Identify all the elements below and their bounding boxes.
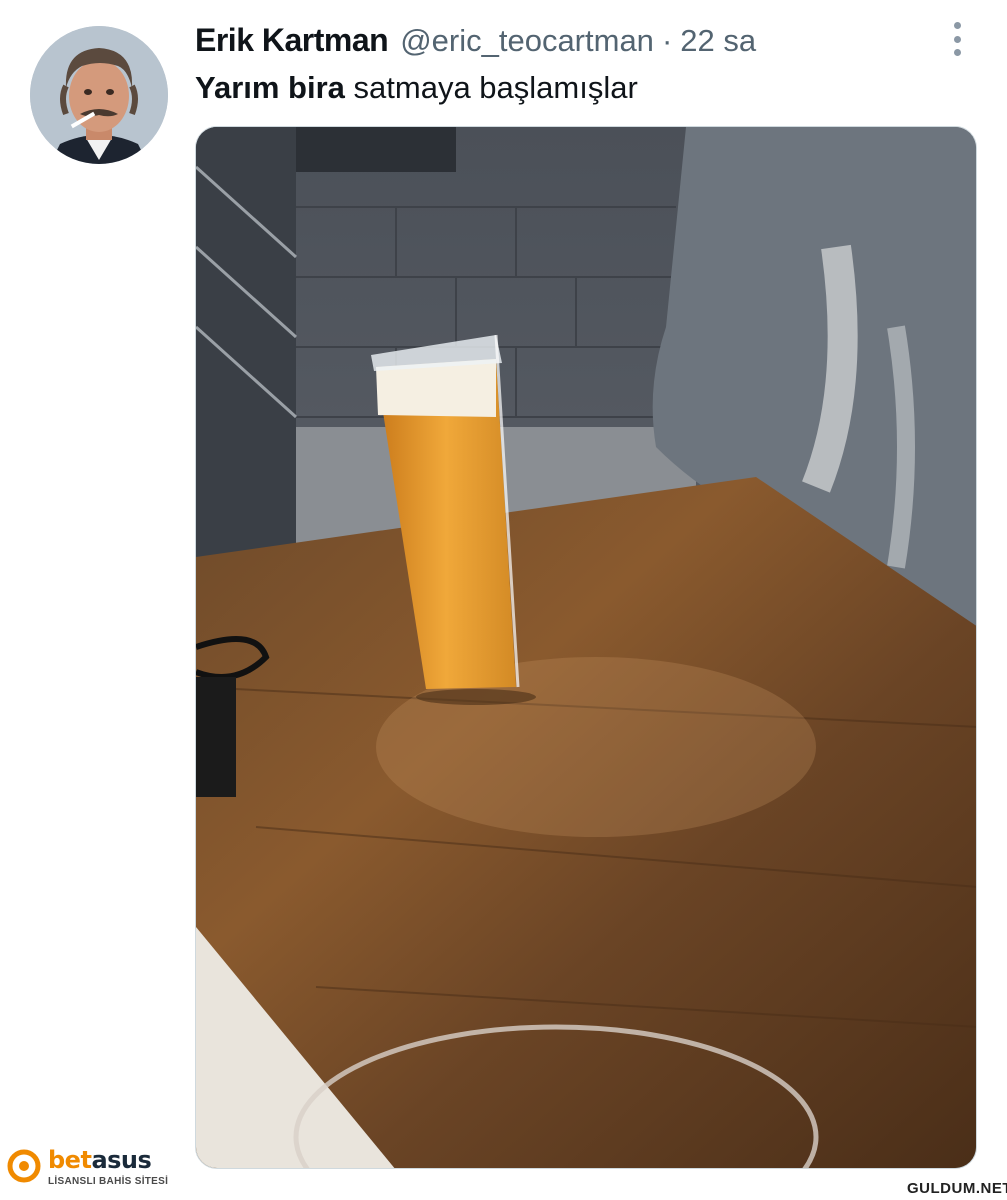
tweet-photo[interactable] [195,126,977,1169]
more-vertical-icon[interactable] [950,22,964,56]
watermark-tagline: LİSANSLI BAHİS SİTESİ [48,1176,169,1187]
more-dot [953,35,961,43]
tweet-text-rest: satmaya başlamışlar [344,70,638,105]
separator: · [661,23,673,58]
avatar[interactable] [30,26,168,164]
brand-accent: asus [91,1146,152,1174]
display-name[interactable]: Erik Kartman [195,22,389,59]
tweet-header: Erik Kartman @eric_teocartman · 22 sa [195,22,756,62]
watermark-guldum: GULDUM.NET [905,1180,1007,1197]
timestamp[interactable]: 22 sa [680,23,756,59]
tweet-text-bold: Yarım bira [195,70,345,105]
watermark-brand: betasus [48,1146,152,1174]
betasus-logo-icon [7,1149,41,1183]
user-handle[interactable]: @eric_teocartman [400,23,654,59]
more-dot [953,22,961,29]
tweet-text: Yarım bira satmaya başlamışlar [195,70,638,106]
watermark-betasus: betasus LİSANSLI BAHİS SİTESİ [6,1142,176,1194]
brand-main: bet [48,1146,92,1174]
more-dot [953,49,961,56]
